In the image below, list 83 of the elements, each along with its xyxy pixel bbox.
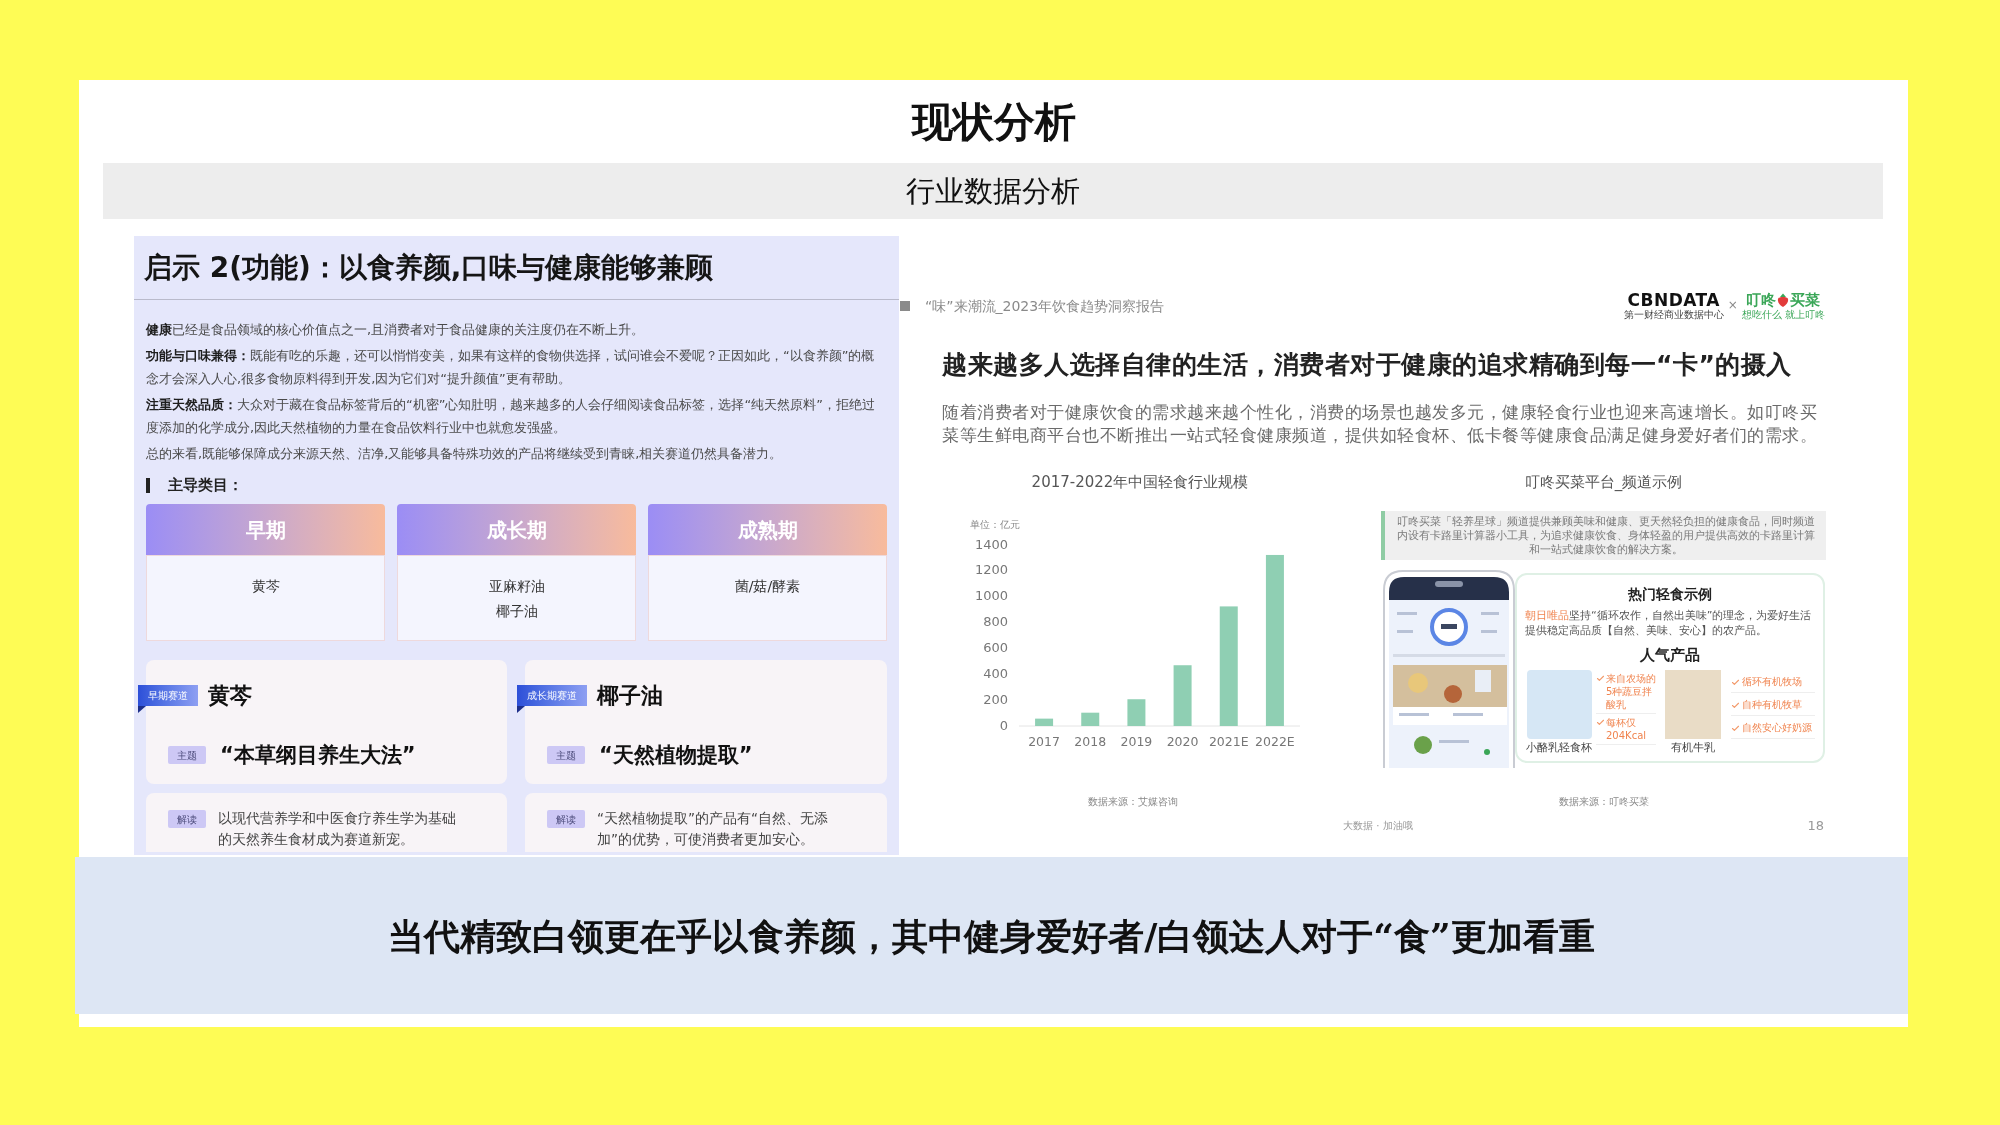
x-tick-label: 2019: [1120, 733, 1153, 749]
photo-placeholder: [1665, 670, 1721, 739]
stage-header: 早期: [146, 504, 385, 555]
bar: [1081, 712, 1100, 726]
product-point: 来自农场的5种蔬豆拌酸乳: [1606, 672, 1656, 711]
y-tick-label: 1000: [974, 588, 1008, 604]
product-point: 自然安心好奶源: [1742, 720, 1812, 734]
stage-header: 成熟期: [648, 504, 887, 555]
logo-wordmark: CBNDATA: [1627, 291, 1720, 309]
bar: [1035, 718, 1054, 726]
logo-tagline: 想吃什么 就上叮咚: [1741, 309, 1825, 321]
note-tag: 解读: [547, 810, 585, 828]
source-note: 数据来源：艾媒咨询: [1088, 795, 1178, 809]
strawberry-icon: [1777, 293, 1790, 307]
theme-tag: 主题: [168, 746, 206, 764]
body-paragraph: 功能与口味兼得：既能有吃的乐趣，还可以悄悄变美，如果有这样的食物供选择，试问谁会不爱呢？正因如此，“以食养颜”的概念才会深入人心,很多食物原料得到开发,因为它们对“提升颜值”更有帮助。: [146, 347, 876, 388]
note-text: “天然植物提取”的产品有“自然、无添加”的优势，可使消费者更加安心。: [597, 809, 829, 849]
footer-note: 大数据 · 加油哦: [1343, 819, 1413, 833]
card-subtitle: 人气产品: [1640, 646, 1700, 664]
slide-subtitle: 行业数据分析: [906, 173, 1080, 209]
product-point: 自种有机牧草: [1742, 697, 1802, 711]
theme-text: “本草纲目养生大法”: [220, 742, 416, 769]
track-name: 黄芩: [208, 685, 252, 706]
stage-header: 成长期: [397, 504, 636, 555]
y-tick-label: 600: [983, 639, 1008, 655]
body-paragraph: 健康已经是食品领域的核心价值点之一,且消费者对于食品健康的关注度仍在不断上升。: [146, 321, 646, 339]
y-tick-label: 200: [983, 691, 1008, 707]
x-tick-label: 2017: [1028, 733, 1060, 749]
y-tick-label: 1200: [974, 562, 1008, 578]
card-text: 朝日唯品坚持“循环农作，自然出美味”的理念，为爱好生活提供稳定高品质【自然、美味、安心】的农产品。: [1525, 608, 1813, 638]
product-point: 循环有机牧场: [1742, 674, 1802, 688]
section-heading: 主导类目：: [168, 475, 243, 495]
track-ribbon: 早期赛道: [138, 685, 198, 713]
y-tick-label: 0: [999, 717, 1008, 733]
check-icon: [1596, 718, 1605, 727]
bar: [1173, 665, 1192, 726]
theme-text: “天然植物提取”: [599, 742, 753, 769]
page-number: 18: [1807, 818, 1824, 834]
bar: [1127, 699, 1146, 726]
product-name: 有机牛乳: [1671, 741, 1715, 755]
report-label: “味”来潮流_2023年饮食趋势洞察报告: [925, 297, 1165, 315]
square-bullet-icon: [900, 301, 910, 311]
y-tick-label: 1400: [974, 536, 1008, 552]
banner-text: 当代精致白领更在乎以食养颜，其中健身爱好者/白领达人对于“食”更加看重: [388, 913, 1595, 958]
stage-item: 菌/菇/酵素: [734, 577, 801, 596]
photo-placeholder: [1526, 670, 1592, 739]
check-icon: [1596, 674, 1605, 683]
logo-tagline: 第一财经商业数据中心: [1623, 309, 1724, 321]
x-tick-label: 2021E: [1208, 733, 1249, 749]
track-ribbon: 成长期赛道: [517, 685, 587, 713]
note-tag: 解读: [168, 810, 206, 828]
section-heading: 越来越多人选择自律的生活，消费者对于健康的追求精确到每一“卡”的摄入: [942, 349, 1792, 381]
track-name: 椰子油: [597, 685, 663, 706]
axis-unit-label: 单位：亿元: [970, 519, 1020, 530]
y-tick-label: 400: [983, 665, 1008, 681]
x-tick-label: 2022E: [1255, 733, 1295, 749]
check-icon: [1731, 723, 1740, 733]
y-tick-label: 800: [983, 614, 1008, 630]
slide-title: 现状分析: [911, 97, 1076, 146]
body-paragraph: 注重天然品质：大众对于藏在食品标签背后的“机密”心知肚明，越来越多的人会仔细阅读食品标签，选择“纯天然原料”，拒绝过度添加的化学成分,因此天然植物的力量在食品饮料行业中也就愈发强盛。: [146, 396, 876, 437]
source-note: 数据来源：叮咚买菜: [1558, 795, 1649, 809]
chart-title: 2017-2022年中国轻食行业规模: [1031, 472, 1249, 492]
card-title: 热门轻食示例: [1628, 585, 1712, 603]
check-icon: [1731, 677, 1740, 687]
logo-wordmark: 买菜: [1790, 291, 1821, 309]
body-paragraph: 总的来看,既能够保障成分来源天然、洁净,又能够具备特殊功效的产品将继续受到青睐,相关赛道仍然具备潜力。: [146, 445, 784, 463]
stage-item: 椰子油: [495, 602, 538, 621]
panel-title: 启示 2(功能)：以食养颜,口味与健康能够兼顾: [144, 250, 714, 285]
note-text: 以现代营养学和中医食疗养生学为基础的天然养生食材成为赛道新宠。: [218, 809, 457, 849]
section-marker-icon: [146, 477, 150, 493]
theme-tag: 主题: [547, 746, 585, 764]
chart-title: 叮咚买菜平台_频道示例: [1524, 472, 1683, 492]
body-paragraph: 随着消费者对于健康饮食的需求越来越个性化，消费的场景也越发多元，健康轻食行业也迎来高速增长。如叮咚买菜等生鲜电商平台也不断推出一站式轻食健康频道，提供如轻食杯、低卡餐等健康食品满足健身爱好者们的需求。: [942, 401, 1818, 447]
description-text: 叮咚买菜「轻养星球」频道提供兼顾美味和健康、更天然轻负担的健康食品，同时频道内设有卡路里计算器小工具，为追求健康饮食、身体轻盈的用户提供高效的卡路里计算和一站式健康饮食的解决方案。: [1395, 514, 1816, 557]
product-name: 小酪乳轻食杯: [1526, 741, 1592, 755]
stage-item: 亚麻籽油: [488, 577, 545, 596]
stage-item: 黄芩: [251, 577, 280, 596]
logo-wordmark: 叮咚: [1746, 291, 1777, 309]
x-tick-label: 2020: [1166, 733, 1199, 749]
logo-separator: ×: [1727, 299, 1738, 311]
x-tick-label: 2018: [1074, 733, 1107, 749]
check-icon: [1731, 700, 1740, 710]
product-point: 每杯仅204Kcal: [1606, 716, 1648, 742]
